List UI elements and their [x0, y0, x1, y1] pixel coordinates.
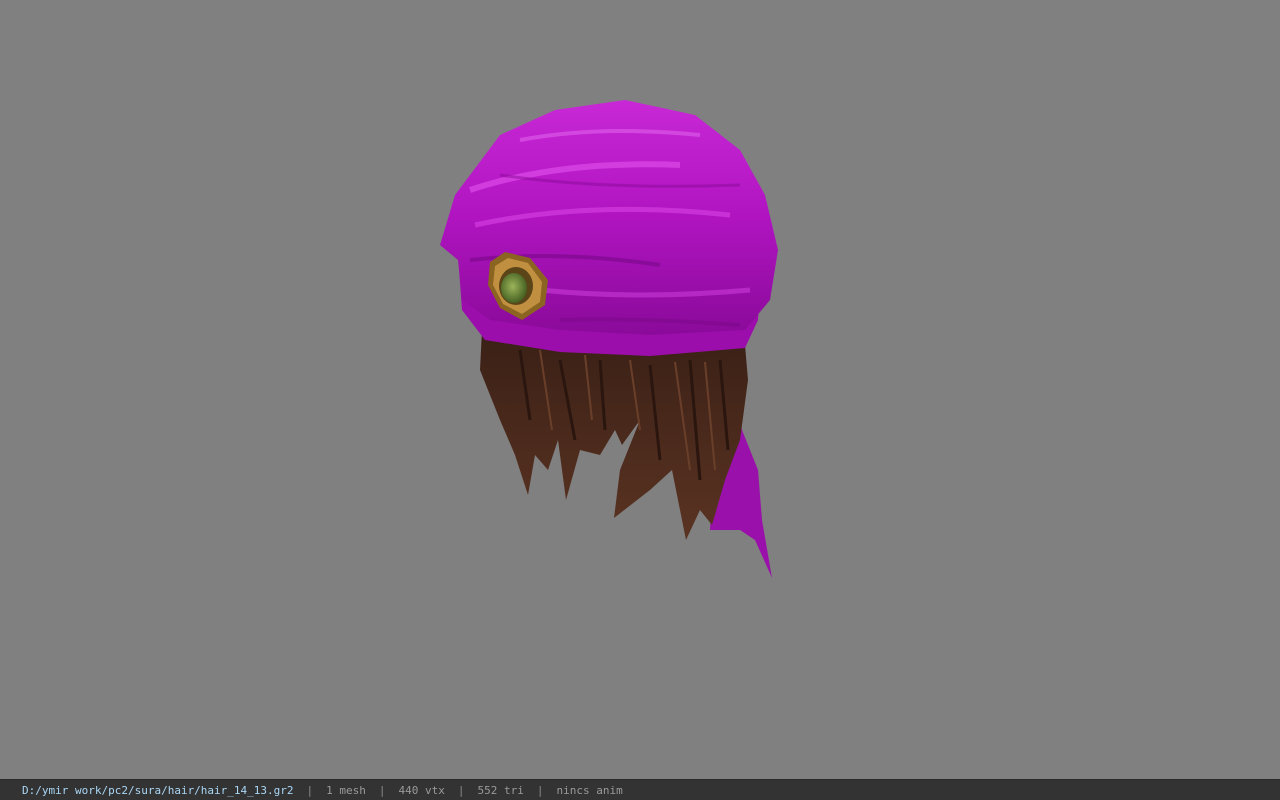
separator: |	[457, 783, 465, 797]
bandana-top	[440, 100, 778, 335]
separator: |	[306, 783, 314, 797]
animation-status: nincs anim	[556, 783, 623, 797]
triangle-count: 552 tri	[477, 783, 524, 797]
separator: |	[536, 783, 544, 797]
separator: |	[378, 783, 386, 797]
vertex-count: 440 vtx	[398, 783, 445, 797]
status-bar: D:/ymir work/pc2/sura/hair/hair_14_13.gr…	[0, 779, 1280, 800]
file-path: D:/ymir work/pc2/sura/hair/hair_14_13.gr…	[22, 783, 294, 797]
3d-viewport[interactable]	[0, 0, 1280, 779]
mesh-count: 1 mesh	[326, 783, 366, 797]
hair-model-preview[interactable]	[0, 0, 1280, 779]
